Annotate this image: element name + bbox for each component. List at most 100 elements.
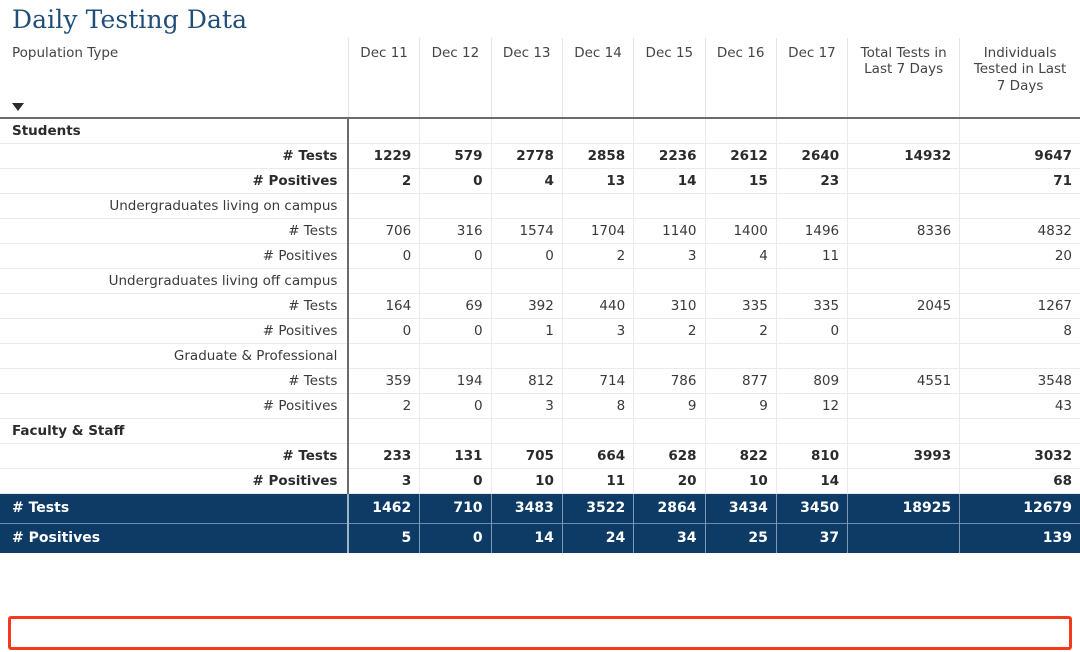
data-cell: 15 xyxy=(704,167,777,193)
data-cell xyxy=(959,417,1080,443)
data-cell xyxy=(561,417,634,443)
data-cell: 710 xyxy=(419,492,492,523)
data-cell: 10 xyxy=(490,467,563,493)
data-cell xyxy=(561,117,634,143)
data-cell xyxy=(775,417,848,443)
data-cell xyxy=(847,117,960,143)
data-cell: 194 xyxy=(419,367,492,393)
data-cell: 1229 xyxy=(347,142,420,168)
data-cell: 43 xyxy=(959,392,1080,418)
table-row: # Tests 706 316 1574 1704 1140 1400 1496 8336 483… xyxy=(0,217,1080,243)
column-header-dec-16[interactable]: Dec 16 xyxy=(704,37,777,119)
data-cell xyxy=(847,522,960,553)
row-label: Graduate & Professional xyxy=(0,342,350,368)
data-cell xyxy=(847,467,960,493)
data-cell: 0 xyxy=(490,242,563,268)
data-cell: 2864 xyxy=(633,492,705,523)
data-cell: 0 xyxy=(419,167,492,193)
data-cell: 714 xyxy=(561,367,634,393)
data-cell: 20 xyxy=(633,467,705,493)
column-header-dec-12[interactable]: Dec 12 xyxy=(419,37,492,119)
column-header-dec-13[interactable]: Dec 13 xyxy=(490,37,563,119)
data-cell xyxy=(633,342,705,368)
data-cell xyxy=(419,267,492,293)
data-cell: 2 xyxy=(633,317,705,343)
row-label: # Positives xyxy=(0,167,350,193)
data-cell xyxy=(704,192,777,218)
data-cell: 3434 xyxy=(704,492,777,523)
data-cell: 13 xyxy=(561,167,634,193)
data-cell: 1267 xyxy=(959,292,1080,318)
row-label: Undergraduates living on campus xyxy=(0,192,350,218)
data-cell xyxy=(704,267,777,293)
sort-descending-arrow-icon[interactable] xyxy=(12,102,24,111)
data-cell: 0 xyxy=(347,317,420,343)
data-cell: 335 xyxy=(775,292,848,318)
data-cell xyxy=(419,192,492,218)
column-header-total-tests-last-7-days[interactable]: Total Tests in Last 7 Days xyxy=(847,37,960,119)
data-cell: 2 xyxy=(347,392,420,418)
data-cell xyxy=(704,117,777,143)
data-cell xyxy=(847,192,960,218)
data-cell xyxy=(347,117,420,143)
data-cell xyxy=(847,317,960,343)
data-cell: 3483 xyxy=(490,492,563,523)
table-row: # Positives 0 0 0 2 3 4 11 20 xyxy=(0,242,1080,268)
column-header-individuals-tested-last-7-days[interactable]: Individuals Tested in Last 7 Days xyxy=(959,37,1080,119)
data-cell: 139 xyxy=(959,522,1080,553)
data-cell: 822 xyxy=(704,442,777,468)
data-cell: 37 xyxy=(775,522,848,553)
row-label: # Tests xyxy=(0,367,350,393)
data-cell xyxy=(561,192,634,218)
row-label: # Positives xyxy=(0,392,350,418)
column-header-dec-14[interactable]: Dec 14 xyxy=(561,37,634,119)
column-header-dec-15[interactable]: Dec 15 xyxy=(633,37,705,119)
row-label: # Tests xyxy=(0,217,350,243)
data-cell: 310 xyxy=(633,292,705,318)
data-cell xyxy=(490,117,563,143)
data-cell: 2612 xyxy=(704,142,777,168)
data-cell: 1400 xyxy=(704,217,777,243)
data-cell: 2 xyxy=(561,242,634,268)
data-cell: 706 xyxy=(347,217,420,243)
data-cell xyxy=(775,117,848,143)
table-row: # Tests 359 194 812 714 786 877 809 4551 3548 xyxy=(0,367,1080,393)
data-cell: 705 xyxy=(490,442,563,468)
data-cell: 4551 xyxy=(847,367,960,393)
data-cell xyxy=(490,267,563,293)
data-cell xyxy=(959,342,1080,368)
data-cell: 12 xyxy=(775,392,848,418)
data-cell xyxy=(959,267,1080,293)
column-header-dec-11[interactable]: Dec 11 xyxy=(347,37,420,119)
data-cell xyxy=(419,117,492,143)
data-cell xyxy=(847,242,960,268)
data-cell xyxy=(959,117,1080,143)
data-cell xyxy=(561,267,634,293)
data-cell xyxy=(704,342,777,368)
column-header-population-type[interactable]: Population Type xyxy=(0,37,349,119)
table-row: # Positives 3 0 10 11 20 10 14 68 xyxy=(0,467,1080,493)
data-cell: 359 xyxy=(347,367,420,393)
column-header-label: Population Type xyxy=(12,44,119,61)
row-label: # Tests xyxy=(0,142,350,168)
data-cell: 1140 xyxy=(633,217,705,243)
data-cell: 440 xyxy=(561,292,634,318)
data-cell: 0 xyxy=(419,317,492,343)
data-cell: 2045 xyxy=(847,292,960,318)
column-header-dec-17[interactable]: Dec 17 xyxy=(775,37,848,119)
data-cell: 4 xyxy=(704,242,777,268)
row-label: # Positives xyxy=(0,242,350,268)
table-row: Faculty & Staff xyxy=(0,417,1080,443)
data-cell: 3548 xyxy=(959,367,1080,393)
data-cell xyxy=(490,417,563,443)
data-cell xyxy=(347,267,420,293)
page-title: Daily Testing Data xyxy=(12,5,248,34)
data-cell: 1462 xyxy=(347,492,420,523)
data-cell xyxy=(847,342,960,368)
table-header: Population Type Dec 11 Dec 12 Dec 13 Dec… xyxy=(0,37,1080,119)
data-cell: 2778 xyxy=(490,142,563,168)
data-cell: 11 xyxy=(775,242,848,268)
table-row: # Tests 1462 710 3483 3522 2864 3434 3450 18925 1… xyxy=(0,492,1080,523)
data-cell: 14 xyxy=(633,167,705,193)
data-cell: 3 xyxy=(633,242,705,268)
